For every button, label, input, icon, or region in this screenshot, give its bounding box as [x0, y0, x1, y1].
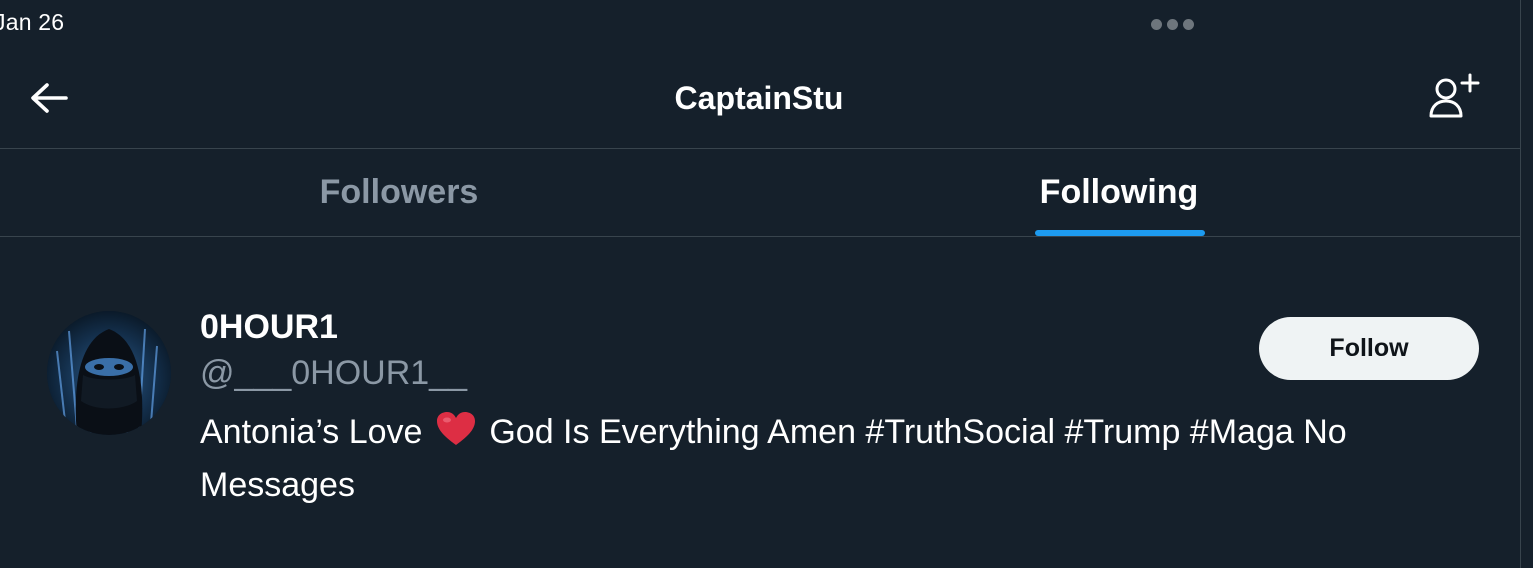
user-handle: @___0HOUR1__	[200, 354, 467, 392]
user-display-name: 0HOUR1	[200, 308, 338, 346]
status-date: Jan 26	[0, 9, 65, 35]
following-list-screen: Jan 26 CaptainStu Followers Following 0H…	[0, 0, 1533, 568]
tab-following-label: Following	[1039, 173, 1199, 211]
tab-followers-label: Followers	[319, 173, 479, 211]
tabs-divider	[0, 236, 1520, 237]
person-add-icon	[1429, 73, 1480, 118]
bio-text-start: Antonia’s Love	[200, 413, 423, 451]
more-dots-icon[interactable]	[1151, 19, 1194, 30]
add-user-button[interactable]	[1426, 70, 1482, 122]
heart-emoji-icon	[436, 412, 475, 445]
follow-button[interactable]: Follow	[1259, 317, 1479, 380]
tab-followers[interactable]: Followers	[0, 149, 798, 236]
list-item[interactable]: 0HOUR1 @___0HOUR1__ Antonia’s Love God I…	[0, 238, 1520, 538]
window-edge	[1520, 0, 1521, 568]
avatar-image	[47, 311, 171, 435]
page-title: CaptainStu	[674, 80, 844, 116]
tab-following[interactable]: Following	[798, 149, 1440, 236]
avatar[interactable]	[47, 311, 171, 435]
user-bio: Antonia’s Love God Is Everything Amen #T…	[200, 406, 1490, 512]
